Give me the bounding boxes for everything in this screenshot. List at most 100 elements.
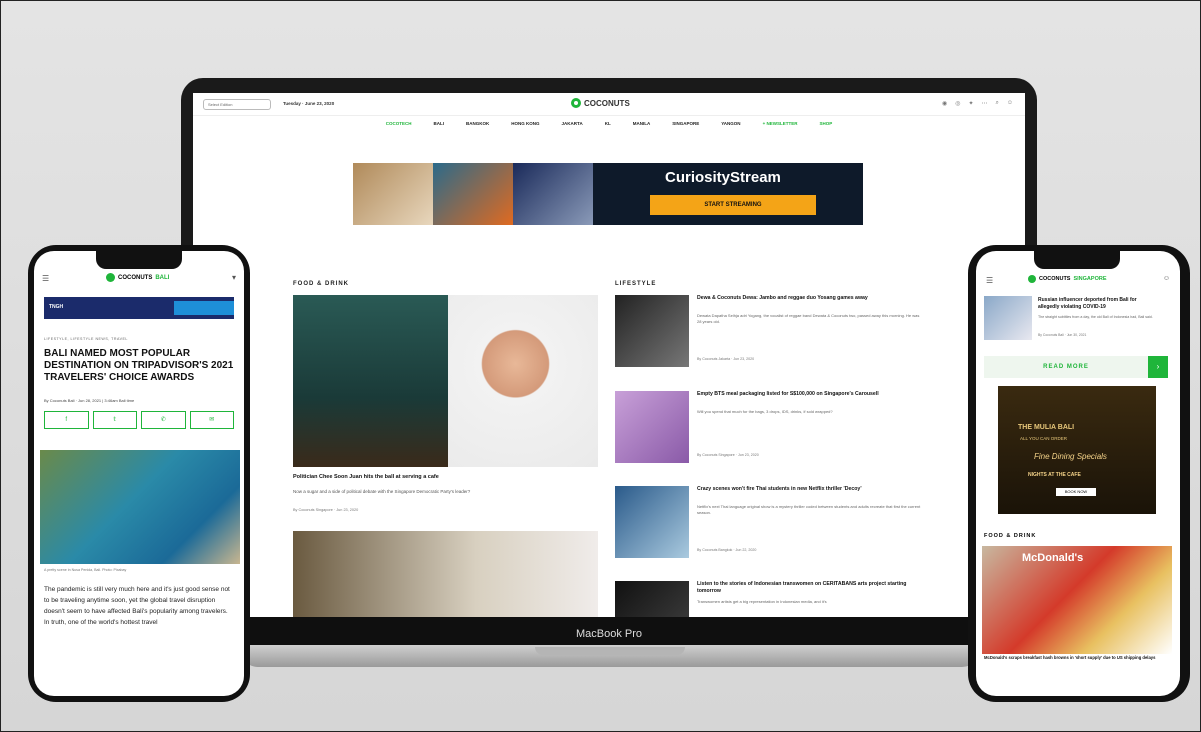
instagram-icon[interactable]: ◎ bbox=[955, 100, 960, 107]
ad-line: ALL YOU CAN ORDER bbox=[1020, 436, 1068, 441]
cafe-image[interactable] bbox=[293, 295, 448, 467]
site-logo[interactable]: COCONUTS BALI bbox=[106, 273, 169, 282]
nav-item[interactable]: COCOTECH bbox=[386, 121, 412, 126]
article-headline: BALI NAMED MOST POPULAR DESTINATION ON T… bbox=[44, 348, 234, 383]
banner-ad[interactable]: TNGH bbox=[44, 297, 234, 319]
story-byline: By Coconuts Bali · Jun 30, 2021 bbox=[1038, 333, 1087, 337]
top-bar: Select Edition Tuesday · June 23, 2020 C… bbox=[193, 93, 1025, 116]
nav-item[interactable]: HONG KONG bbox=[511, 121, 539, 126]
date-label: Tuesday · June 23, 2020 bbox=[283, 101, 335, 106]
nav-item[interactable]: + NEWSLETTER bbox=[763, 121, 798, 126]
arrow-right-icon[interactable]: › bbox=[1148, 356, 1168, 378]
nav-item[interactable]: MANILA bbox=[633, 121, 651, 126]
user-icon[interactable]: ☺ bbox=[1007, 100, 1013, 107]
logo-text: COCONUTS bbox=[1039, 276, 1071, 282]
article-headline[interactable]: Politician Chee Soon Juan hits the ball … bbox=[293, 474, 593, 480]
nav-item[interactable]: SINGAPORE bbox=[672, 121, 699, 126]
logo-icon bbox=[1028, 275, 1036, 283]
article-photo bbox=[40, 450, 240, 564]
read-more-button[interactable]: READ MORE bbox=[984, 356, 1148, 378]
site-logo[interactable]: COCONUTS SINGAPORE bbox=[1028, 275, 1107, 283]
twitter-icon[interactable]: ✦ bbox=[968, 100, 973, 107]
item-desc: Dewata Dapatha Selhja adri Yogang, the v… bbox=[697, 313, 920, 324]
ad-image bbox=[513, 163, 593, 225]
edition-selector[interactable]: Select Edition bbox=[203, 99, 271, 110]
item-byline: By Coconuts Singapore · Jun 23, 2020 bbox=[697, 453, 759, 457]
nav-item[interactable]: JAKARTA bbox=[562, 121, 583, 126]
menu-icon[interactable]: ☰ bbox=[42, 274, 49, 283]
store-sign: McDonald's bbox=[1022, 552, 1084, 564]
thumbnail bbox=[615, 295, 689, 367]
story-desc: The straight subtitles from a day, the o… bbox=[1038, 315, 1153, 319]
more-icon[interactable]: ⋯ bbox=[981, 100, 987, 107]
logo-icon bbox=[571, 98, 581, 108]
phone-notch bbox=[96, 251, 182, 269]
item-desc: Will you spend that much for the bags, 3… bbox=[697, 409, 833, 414]
article-image[interactable] bbox=[293, 531, 598, 619]
site-logo[interactable]: COCONUTS bbox=[571, 98, 630, 108]
nav-item[interactable]: SHOP bbox=[819, 121, 832, 126]
story-photo[interactable]: McDonald's bbox=[982, 546, 1172, 654]
politician-image[interactable] bbox=[448, 295, 598, 467]
nav-item[interactable]: BALI bbox=[434, 121, 445, 126]
laptop-hinge bbox=[535, 647, 685, 655]
laptop-label: MacBook Pro bbox=[181, 617, 1037, 647]
item-title[interactable]: Crazy scenes won't fire Thai students in… bbox=[697, 486, 922, 493]
ad-label: TNGH bbox=[49, 304, 64, 310]
email-share-button[interactable]: ✉ bbox=[189, 411, 234, 429]
thumbnail bbox=[615, 581, 689, 619]
ad-image bbox=[433, 163, 513, 225]
section-title: FOOD & DRINK bbox=[293, 281, 349, 287]
ad-line: Fine Dining Specials bbox=[1034, 452, 1107, 461]
story-thumbnail[interactable] bbox=[984, 296, 1032, 340]
facebook-share-button[interactable]: f bbox=[44, 411, 89, 429]
logo-icon bbox=[106, 273, 115, 282]
item-title[interactable]: Dewa & Coconuts Dewa: Jambo and reggae d… bbox=[697, 295, 922, 302]
phone-left-screen: ☰ COCONUTS BALI ▾ TNGH LIFESTYLE, LIFESTY… bbox=[34, 251, 244, 696]
whatsapp-share-button[interactable]: ✆ bbox=[141, 411, 186, 429]
share-bar: f 𝕥 ✆ ✉ bbox=[44, 411, 234, 429]
edition-tag: BALI bbox=[155, 274, 170, 281]
ad-book-button[interactable]: BOOK NOW bbox=[1056, 488, 1096, 496]
main-nav: COCOTECH BALI BANGKOK HONG KONG JAKARTA … bbox=[193, 121, 1025, 126]
ad-brand: CuriosityStream bbox=[665, 169, 781, 186]
story-caption[interactable]: McDonald's scraps breakfast hash browns … bbox=[984, 655, 1164, 661]
filter-icon[interactable]: ▾ bbox=[232, 273, 236, 282]
twitter-share-button[interactable]: 𝕥 bbox=[92, 411, 137, 429]
search-icon[interactable]: ⌕ bbox=[995, 100, 998, 107]
banner-ad[interactable]: CuriosityStream START STREAMING bbox=[353, 163, 863, 225]
ad-cta-button[interactable]: START STREAMING bbox=[650, 195, 816, 215]
ad-image bbox=[353, 163, 433, 225]
nav-item[interactable]: BANGKOK bbox=[466, 121, 489, 126]
thumbnail bbox=[615, 486, 689, 558]
story-title[interactable]: Russian influencer deported from Bali fo… bbox=[1038, 297, 1156, 311]
menu-icon[interactable]: ☰ bbox=[986, 276, 993, 285]
laptop-screen: Select Edition Tuesday · June 23, 2020 C… bbox=[193, 93, 1025, 619]
item-desc: Netflix's next Thai language original sh… bbox=[697, 504, 921, 515]
phone-notch bbox=[1034, 251, 1120, 269]
article-categories[interactable]: LIFESTYLE, LIFESTYLE NEWS, TRAVEL bbox=[44, 337, 128, 341]
photo-caption: A pretty scene in Nusa Penida, Bali. Pho… bbox=[44, 568, 127, 572]
article-subhead: Now a sugar and a side of political deba… bbox=[293, 489, 471, 494]
article-body: The pandemic is still very much here and… bbox=[44, 586, 230, 626]
phone-right-screen: ☰ COCONUTS SINGAPORE ☺ Russian influencer… bbox=[976, 251, 1180, 696]
top-icons: ◉ ◎ ✦ ⋯ ⌕ ☺ bbox=[942, 100, 1013, 107]
user-icon[interactable]: ☺ bbox=[1163, 275, 1170, 282]
item-desc: Transwomen artists get a big representat… bbox=[697, 599, 827, 604]
item-title[interactable]: Empty BTS meal packaging listed for S$10… bbox=[697, 391, 922, 398]
banner-ad[interactable]: THE MULIA BALI ALL YOU CAN ORDER Fine Di… bbox=[998, 386, 1156, 514]
edition-tag: SINGAPORE bbox=[1073, 276, 1107, 282]
section-title: LIFESTYLE bbox=[615, 281, 657, 287]
facebook-icon[interactable]: ◉ bbox=[942, 100, 947, 107]
item-byline: By Coconuts Bangkok · Jun 22, 2020 bbox=[697, 548, 757, 552]
item-title[interactable]: Listen to the stories of Indonesian tran… bbox=[697, 581, 922, 595]
nav-item[interactable]: KL bbox=[605, 121, 611, 126]
ad-line: THE MULIA BALI bbox=[1018, 424, 1075, 431]
article-byline: By Coconuts Bali · Jun 28, 2021 | 3:46am… bbox=[44, 398, 135, 403]
logo-text: COCONUTS bbox=[118, 274, 153, 281]
ad-line: NIGHTS AT THE CAFE bbox=[1028, 472, 1081, 478]
logo-text: COCONUTS bbox=[584, 98, 630, 108]
nav-item[interactable]: YANGON bbox=[721, 121, 740, 126]
section-title: FOOD & DRINK bbox=[984, 533, 1037, 539]
item-byline: By Coconuts Jakarta · Jun 23, 2020 bbox=[697, 357, 755, 361]
